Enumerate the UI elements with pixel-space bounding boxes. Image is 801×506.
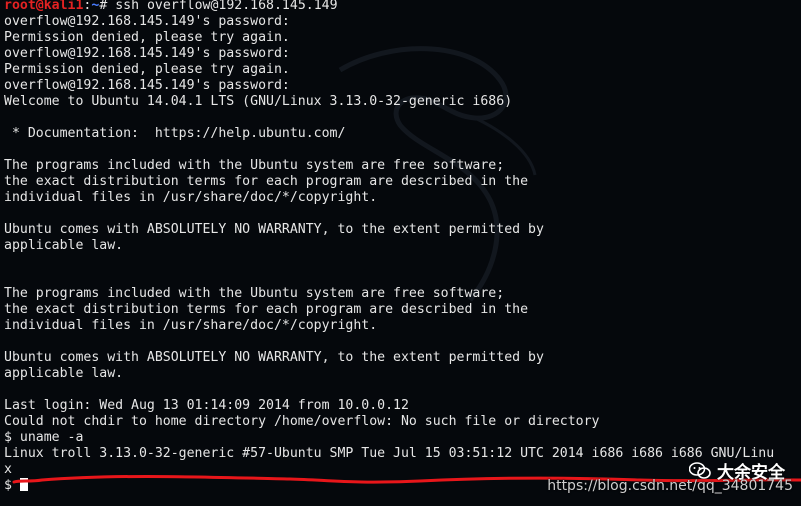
output-line: Linux troll 3.13.0-32-generic #57-Ubuntu… bbox=[4, 446, 775, 461]
output-line: overflow@192.168.145.149's password: bbox=[4, 14, 290, 29]
terminal-window[interactable]: root@kali1:~# ssh overflow@192.168.145.1… bbox=[0, 0, 801, 506]
text-cursor bbox=[19, 478, 28, 491]
output-line: the exact distribution terms for each pr… bbox=[4, 302, 529, 317]
output-line: Permission denied, please try again. bbox=[4, 62, 290, 77]
output-line: Ubuntu comes with ABSOLUTELY NO WARRANTY… bbox=[4, 222, 544, 237]
output-line: overflow@192.168.145.149's password: bbox=[4, 78, 290, 93]
output-line: individual files in /usr/share/doc/*/cop… bbox=[4, 318, 378, 333]
output-line: individual files in /usr/share/doc/*/cop… bbox=[4, 190, 378, 205]
prompt-user: root@kali1 bbox=[4, 0, 84, 13]
output-line: Welcome to Ubuntu 14.04.1 LTS (GNU/Linux… bbox=[4, 94, 513, 109]
output-line: $ uname -a bbox=[4, 430, 84, 445]
output-line: applicable law. bbox=[4, 366, 124, 381]
output-line: applicable law. bbox=[4, 238, 124, 253]
terminal-output: root@kali1:~# ssh overflow@192.168.145.1… bbox=[4, 0, 801, 494]
output-line: Permission denied, please try again. bbox=[4, 30, 290, 45]
output-line: * Documentation: https://help.ubuntu.com… bbox=[4, 126, 346, 141]
output-line: The programs included with the Ubuntu sy… bbox=[4, 286, 505, 301]
command-text: ssh overflow@192.168.145.149 bbox=[107, 0, 338, 13]
output-line: Ubuntu comes with ABSOLUTELY NO WARRANTY… bbox=[4, 350, 544, 365]
watermark-url: https://blog.csdn.net/qq_34801745 bbox=[547, 478, 793, 494]
current-prompt: $ bbox=[4, 478, 20, 493]
wechat-icon bbox=[689, 461, 711, 479]
output-line: Last login: Wed Aug 13 01:14:09 2014 fro… bbox=[4, 398, 409, 413]
command-line: root@kali1:~# ssh overflow@192.168.145.1… bbox=[4, 0, 801, 14]
output-line: x bbox=[4, 462, 12, 477]
output-line: overflow@192.168.145.149's password: bbox=[4, 46, 290, 61]
output-line: the exact distribution terms for each pr… bbox=[4, 174, 529, 189]
output-line: Could not chdir to home directory /home/… bbox=[4, 414, 600, 429]
output-line: The programs included with the Ubuntu sy… bbox=[4, 158, 505, 173]
